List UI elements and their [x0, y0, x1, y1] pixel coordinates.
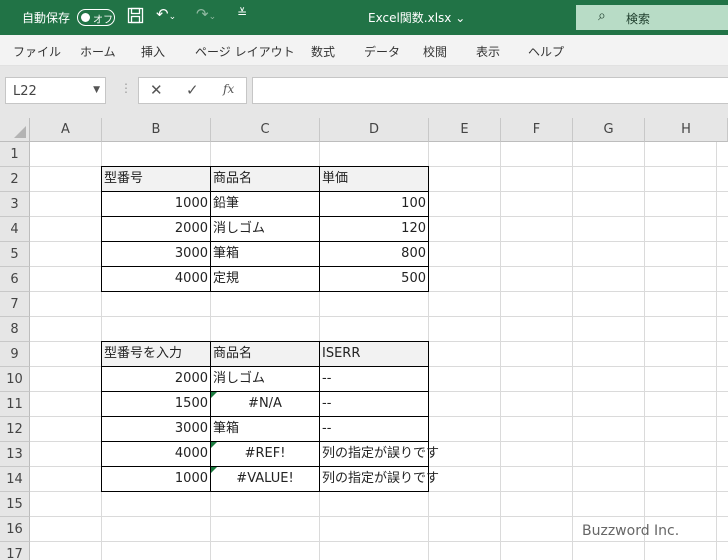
ribbon-tabs: ファイル ホーム 挿入 ページ レイアウト 数式 データ 校閲 表示 ヘルプ: [0, 35, 728, 66]
worksheet-grid: A B C D E F G H 1 2 3 4 5 6 7 8 9 10 11 …: [0, 118, 728, 560]
tab-formulas[interactable]: 数式: [311, 43, 335, 60]
column-header-e[interactable]: E: [429, 118, 501, 142]
undo-icon[interactable]: ↶⌄: [156, 5, 176, 23]
row-header[interactable]: 12: [0, 417, 30, 442]
column-header-f[interactable]: F: [501, 118, 573, 142]
row-header[interactable]: 7: [0, 292, 30, 317]
row-header[interactable]: 14: [0, 467, 30, 492]
table2-cell[interactable]: 1000: [101, 466, 211, 492]
column-header-a[interactable]: A: [30, 118, 102, 142]
save-icon[interactable]: [127, 7, 144, 28]
row-header[interactable]: 16: [0, 517, 30, 542]
row-header[interactable]: 6: [0, 267, 30, 292]
workbook-filename[interactable]: Excel関数.xlsx ⌄: [368, 9, 465, 26]
error-indicator-icon: [211, 392, 217, 398]
table2-cell[interactable]: --: [319, 416, 429, 442]
table1-cell[interactable]: 定規: [210, 266, 320, 292]
table2-cell[interactable]: 列の指定が誤りです: [319, 441, 439, 467]
search-placeholder: 検索: [626, 12, 651, 26]
table2-cell[interactable]: 1500: [101, 391, 211, 417]
table1-cell[interactable]: 消しゴム: [210, 216, 320, 242]
error-indicator-icon: [211, 442, 217, 448]
column-header-g[interactable]: G: [573, 118, 645, 142]
toggle-label: オフ: [93, 15, 113, 26]
name-box-value: L22: [13, 84, 37, 99]
column-header-b[interactable]: B: [102, 118, 211, 142]
table2-cell[interactable]: 2000: [101, 366, 211, 392]
row-header[interactable]: 2: [0, 167, 30, 192]
table2-cell[interactable]: 3000: [101, 416, 211, 442]
enter-check-icon[interactable]: ✓: [186, 81, 199, 99]
autosave-toggle[interactable]: オフ: [77, 9, 115, 26]
table2-cell-error[interactable]: #VALUE!: [210, 466, 320, 492]
row-header[interactable]: 3: [0, 192, 30, 217]
table2-header-input-model-number[interactable]: 型番号を入力: [101, 341, 211, 367]
formula-bar-splitter[interactable]: ⋮: [120, 81, 132, 95]
table2-cell[interactable]: --: [319, 391, 429, 417]
tab-insert[interactable]: 挿入: [141, 43, 165, 60]
table1-cell[interactable]: 120: [319, 216, 429, 242]
table2-cell[interactable]: 4000: [101, 441, 211, 467]
error-indicator-icon: [211, 467, 217, 473]
table2-cell[interactable]: 筆箱: [210, 416, 320, 442]
table1-cell[interactable]: 800: [319, 241, 429, 267]
insert-function-icon[interactable]: fx: [223, 82, 234, 96]
row-header[interactable]: 1: [0, 142, 30, 167]
customize-quick-access-icon[interactable]: ≚: [237, 6, 247, 20]
column-header-c[interactable]: C: [211, 118, 320, 142]
search-box[interactable]: ⌕ 検索: [576, 5, 728, 30]
formula-buttons: ✕ ✓ fx: [138, 77, 247, 104]
table1-cell[interactable]: 4000: [101, 266, 211, 292]
column-header-d[interactable]: D: [320, 118, 429, 142]
table1-header-model-number[interactable]: 型番号: [101, 166, 211, 192]
table1-header-unit-price[interactable]: 単価: [319, 166, 429, 192]
table1-cell[interactable]: 2000: [101, 216, 211, 242]
watermark: Buzzword Inc.: [582, 523, 680, 539]
tab-review[interactable]: 校閲: [423, 43, 447, 60]
table1-cell[interactable]: 筆箱: [210, 241, 320, 267]
row-header[interactable]: 8: [0, 317, 30, 342]
tab-data[interactable]: データ: [364, 43, 400, 60]
cancel-icon[interactable]: ✕: [150, 81, 163, 99]
select-all-button[interactable]: [0, 118, 30, 142]
chevron-down-icon[interactable]: ▼: [93, 85, 100, 95]
table1-cell[interactable]: 500: [319, 266, 429, 292]
row-header[interactable]: 4: [0, 217, 30, 242]
table2-cell-error[interactable]: #REF!: [210, 441, 320, 467]
table2-header-product-name[interactable]: 商品名: [210, 341, 320, 367]
table2-header-iserr[interactable]: ISERR: [319, 341, 429, 367]
row-header[interactable]: 10: [0, 367, 30, 392]
row-header[interactable]: 9: [0, 342, 30, 367]
table1-cell[interactable]: 100: [319, 191, 429, 217]
table1-cell[interactable]: 3000: [101, 241, 211, 267]
row-header[interactable]: 11: [0, 392, 30, 417]
autosave-label: 自動保存: [22, 11, 71, 25]
table1-cell[interactable]: 鉛筆: [210, 191, 320, 217]
toggle-knob: [81, 13, 90, 22]
tab-home[interactable]: ホーム: [80, 43, 116, 60]
tab-page-layout[interactable]: ページ レイアウト: [195, 43, 295, 60]
redo-icon[interactable]: ↷⌄: [196, 5, 216, 23]
table2-cell[interactable]: 消しゴム: [210, 366, 320, 392]
table1-cell[interactable]: 1000: [101, 191, 211, 217]
formula-input[interactable]: [252, 77, 728, 104]
table2-cell[interactable]: --: [319, 366, 429, 392]
table2-cell-error[interactable]: #N/A: [210, 391, 320, 417]
tab-help[interactable]: ヘルプ: [528, 43, 564, 60]
row-header[interactable]: 15: [0, 492, 30, 517]
formula-bar: L22 ▼ ⋮ ✕ ✓ fx: [0, 66, 728, 118]
column-header-h[interactable]: H: [645, 118, 728, 142]
tab-view[interactable]: 表示: [476, 43, 500, 60]
table1-header-product-name[interactable]: 商品名: [210, 166, 320, 192]
tab-file[interactable]: ファイル: [13, 43, 61, 60]
title-bar: 自動保存 オフ ↶⌄ ↷⌄ ≚ Excel関数.xlsx ⌄ ⌕ 検索: [0, 0, 728, 35]
search-icon: ⌕: [598, 8, 606, 24]
row-header[interactable]: 5: [0, 242, 30, 267]
name-box[interactable]: L22 ▼: [5, 77, 106, 104]
table2-cell[interactable]: 列の指定が誤りです: [319, 466, 439, 492]
row-header[interactable]: 17: [0, 542, 30, 560]
row-header[interactable]: 13: [0, 442, 30, 467]
